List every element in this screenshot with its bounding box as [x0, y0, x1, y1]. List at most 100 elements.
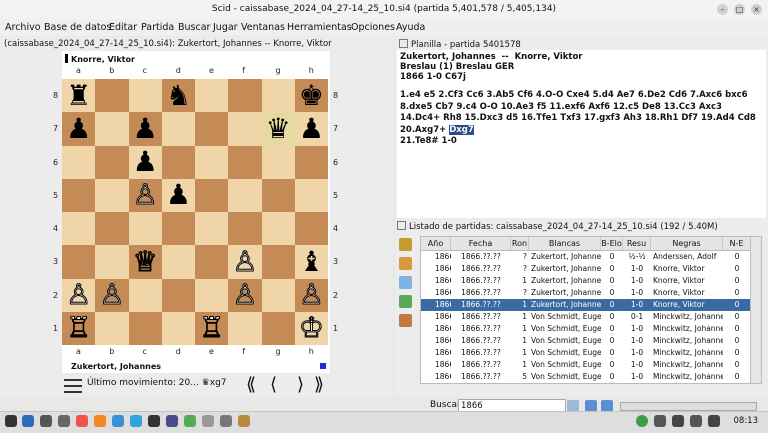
column-header[interactable]: Resu — [623, 237, 651, 250]
chess-board[interactable]: ♜ ♞ ♚ ♟ ♟ ♛ ♟ ♟ ♙ ♟ ♕ ♙ ♝ ♙ ♙ ♙ ♙ ♖ ♖ ♔ — [62, 79, 328, 345]
menu-jugar[interactable]: Jugar — [213, 22, 238, 33]
menu-editar[interactable]: Editar — [109, 22, 137, 33]
chess-piece-icon[interactable]: ♝ — [299, 247, 324, 276]
square-g6[interactable] — [261, 145, 295, 179]
table-row[interactable]: 1866 1866.??.?? 1 Von Schmidt, Euge 0 1-0 Minc… — [421, 323, 751, 335]
table-row[interactable]: 1866 1866.??.?? 1 Von Schmidt, Euge 0 0-1 Minc… — [421, 311, 751, 323]
chess-piece-icon[interactable]: ♖ — [66, 313, 92, 342]
menu-partida[interactable]: Partida — [141, 22, 174, 33]
square-d3[interactable] — [161, 245, 195, 279]
square-c1[interactable] — [128, 311, 162, 345]
square-h1[interactable]: ♔ — [294, 311, 328, 345]
app-icon-1[interactable] — [112, 415, 124, 427]
square-f8[interactable] — [228, 79, 262, 113]
chess-piece-icon[interactable]: ♙ — [99, 280, 125, 309]
battery-icon[interactable] — [690, 415, 702, 427]
chess-piece-icon[interactable]: ♖ — [199, 313, 225, 342]
scid-taskbar-icon[interactable] — [238, 415, 250, 427]
square-g1[interactable] — [261, 311, 295, 345]
table-row[interactable]: 1866 1866.??.?? 1 Zukertort, Johanne 0 1-0 Kno… — [421, 299, 751, 311]
square-d4[interactable] — [161, 212, 195, 246]
chess-piece-icon[interactable]: ♙ — [132, 180, 158, 209]
square-e2[interactable] — [195, 278, 229, 312]
app-icon-3[interactable] — [166, 415, 178, 427]
square-d5[interactable]: ♟ — [161, 178, 195, 212]
square-h6[interactable] — [294, 145, 328, 179]
column-header[interactable]: Negras — [651, 237, 723, 250]
menu-opciones[interactable]: Opciones — [351, 22, 395, 33]
square-b7[interactable] — [95, 112, 129, 146]
chess-piece-icon[interactable]: ♙ — [298, 280, 324, 309]
last-move-icon[interactable]: ⟫ — [314, 374, 324, 395]
minimize-button[interactable]: – — [717, 4, 728, 15]
chess-piece-icon[interactable]: ♟ — [66, 114, 91, 143]
move-text[interactable]: 1.e4 e5 2.Cf3 Cc6 3.Ab5 Cf6 4.O-O Cxe4 5… — [400, 90, 763, 148]
square-c8[interactable] — [128, 79, 162, 113]
square-e1[interactable]: ♖ — [195, 311, 229, 345]
square-d8[interactable]: ♞ — [161, 79, 195, 113]
stats-icon[interactable] — [399, 295, 412, 308]
square-e4[interactable] — [195, 212, 229, 246]
square-h4[interactable] — [294, 212, 328, 246]
chess-piece-icon[interactable]: ♙ — [232, 280, 258, 309]
square-g4[interactable] — [261, 212, 295, 246]
square-c7[interactable]: ♟ — [128, 112, 162, 146]
table-row[interactable]: 1866 1866.??.?? 1 Von Schmidt, Euge 0 1-0 Minc… — [421, 359, 751, 371]
chess-piece-icon[interactable]: ♙ — [232, 247, 258, 276]
app-icon-4[interactable] — [184, 415, 196, 427]
menu-buscar[interactable]: Buscar — [178, 22, 210, 33]
chess-piece-icon[interactable]: ♟ — [133, 114, 158, 143]
search-icon[interactable] — [399, 257, 412, 270]
square-g7[interactable]: ♛ — [261, 112, 295, 146]
terminal-icon[interactable] — [58, 415, 70, 427]
square-c3[interactable]: ♕ — [128, 245, 162, 279]
board-icon[interactable] — [399, 314, 412, 327]
square-h5[interactable] — [294, 178, 328, 212]
first-move-icon[interactable]: ⟪ — [246, 374, 256, 395]
chess-piece-icon[interactable]: ♕ — [132, 247, 158, 276]
column-header[interactable]: Ron — [511, 237, 529, 250]
square-g3[interactable] — [261, 245, 295, 279]
square-f6[interactable] — [228, 145, 262, 179]
maximize-button[interactable]: □ — [734, 4, 745, 15]
current-move[interactable]: Dxg7 — [449, 124, 474, 135]
square-b8[interactable] — [95, 79, 129, 113]
square-g2[interactable] — [261, 278, 295, 312]
square-f3[interactable]: ♙ — [228, 245, 262, 279]
chess-piece-icon[interactable]: ♟ — [133, 148, 158, 176]
square-a8[interactable]: ♜ — [62, 79, 96, 113]
square-h7[interactable]: ♟ — [294, 112, 328, 146]
chess-piece-icon[interactable]: ♙ — [66, 280, 92, 309]
square-e5[interactable] — [195, 178, 229, 212]
square-f4[interactable] — [228, 212, 262, 246]
table-row[interactable]: 1866 1866.??.??? Zukertort, Johanne 0 1-0 Kno… — [421, 263, 751, 275]
table-row[interactable]: 1866 1866.??.?? 1 Von Schmidt, Euge 0 1-0 Minc… — [421, 347, 751, 359]
column-header[interactable]: Fecha — [451, 237, 511, 250]
square-h2[interactable]: ♙ — [294, 278, 328, 312]
square-e7[interactable] — [195, 112, 229, 146]
table-row[interactable]: 1866 1866.??.??? Zukertort, Johanne 0 ½-½ And… — [421, 251, 751, 263]
square-c6[interactable]: ♟ — [128, 145, 162, 179]
tray-icon-2[interactable] — [654, 415, 666, 427]
chess-piece-icon[interactable]: ♞ — [166, 81, 191, 110]
square-a1[interactable]: ♖ — [62, 311, 96, 345]
menu-herramientas[interactable]: Herramientas — [287, 22, 352, 33]
square-c2[interactable] — [128, 278, 162, 312]
square-a4[interactable] — [62, 212, 96, 246]
close-button[interactable]: × — [751, 4, 762, 15]
list-scrollbar[interactable] — [750, 236, 762, 384]
square-d2[interactable] — [161, 278, 195, 312]
square-c5[interactable]: ♙ — [128, 178, 162, 212]
square-d7[interactable] — [161, 112, 195, 146]
square-d1[interactable] — [161, 311, 195, 345]
network-icon[interactable] — [672, 415, 684, 427]
square-b5[interactable] — [95, 178, 129, 212]
square-d6[interactable] — [161, 145, 195, 179]
square-b2[interactable]: ♙ — [95, 278, 129, 312]
desktop-icon[interactable] — [22, 415, 34, 427]
square-g8[interactable] — [261, 79, 295, 113]
app-icon-5[interactable] — [202, 415, 214, 427]
app-icon-2[interactable] — [148, 415, 160, 427]
table-row[interactable]: 1866 1866.??.?? 5 Von Schmidt, Euge 0 1-0 Minc… — [421, 371, 751, 383]
square-f7[interactable] — [228, 112, 262, 146]
